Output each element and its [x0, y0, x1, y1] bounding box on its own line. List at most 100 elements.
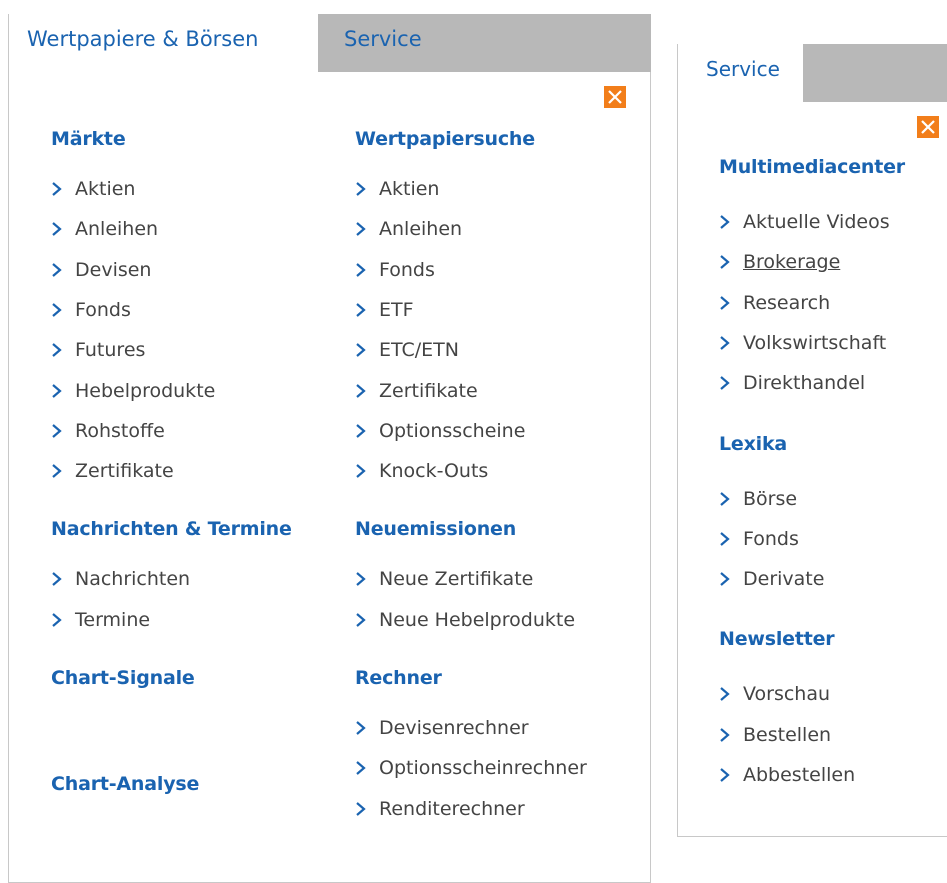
menu-link-label: Hebelprodukte	[75, 379, 216, 402]
menu-link-label: Anleihen	[75, 218, 159, 241]
menu-link-label: Direkthandel	[743, 372, 866, 395]
menu-link-nachrichten[interactable]: Nachrichten	[51, 566, 190, 592]
menu-link-futures[interactable]: Futures	[51, 337, 145, 363]
chevron-right-icon	[355, 297, 371, 323]
menu-link-optionsscheine[interactable]: Optionsscheine	[355, 418, 525, 444]
menu-link-renditerechner[interactable]: Renditerechner	[355, 796, 525, 822]
menu-link-label: Anleihen	[379, 218, 463, 241]
menu-link-vorschau[interactable]: Vorschau	[719, 681, 830, 707]
chevron-right-icon	[51, 418, 67, 444]
chevron-right-icon	[51, 607, 67, 633]
menu-link-zertifikate[interactable]: Zertifikate	[51, 458, 174, 484]
menu-link-abbestellen[interactable]: Abbestellen	[719, 762, 855, 788]
menu-link-label: Devisen	[75, 258, 152, 281]
menu-link-label: Renditerechner	[379, 797, 525, 820]
menu-link-volkswirtschaft[interactable]: Volkswirtschaft	[719, 330, 886, 356]
menu-link-devisenrechner[interactable]: Devisenrechner	[355, 715, 529, 741]
menu-link-boerse[interactable]: Börse	[719, 486, 797, 512]
menu-link-bestellen[interactable]: Bestellen	[719, 722, 831, 748]
menu-link-label: Nachrichten	[75, 568, 191, 591]
menu-link-aktuelle-videos[interactable]: Aktuelle Videos	[719, 209, 890, 235]
chevron-right-icon	[51, 257, 67, 283]
menu-link-hebelprodukte[interactable]: Hebelprodukte	[51, 378, 215, 404]
menu-link-label: ETC/ETN	[379, 339, 459, 362]
menu-link-direkthandel[interactable]: Direkthandel	[719, 370, 865, 396]
chevron-right-icon	[719, 566, 735, 592]
menu-link-label: Börse	[743, 487, 798, 510]
menu-link-fonds[interactable]: Fonds	[51, 297, 131, 323]
chevron-right-icon	[355, 257, 371, 283]
chevron-right-icon	[355, 715, 371, 741]
chevron-right-icon	[51, 378, 67, 404]
section-heading-chart-analyse[interactable]: Chart-Analyse	[51, 773, 199, 795]
menu-link-label: Devisenrechner	[379, 717, 529, 739]
section-heading-rechner[interactable]: Rechner	[355, 667, 442, 689]
section-heading-multimediacenter[interactable]: Multimediacenter	[719, 156, 905, 178]
menu-link-zertifikate[interactable]: Zertifikate	[355, 378, 478, 404]
menu-link-knock-outs[interactable]: Knock-Outs	[355, 458, 488, 484]
section-heading-chart-signale[interactable]: Chart-Signale	[51, 667, 195, 689]
chevron-right-icon	[355, 458, 371, 484]
tab-service[interactable]: Service	[318, 14, 651, 72]
menu-link-fonds[interactable]: Fonds	[355, 257, 435, 283]
menu-link-aktien[interactable]: Aktien	[51, 176, 135, 202]
menu-link-research[interactable]: Research	[719, 290, 830, 316]
tab-securities-exchanges[interactable]: Wertpapiere & Börsen	[8, 14, 318, 72]
chevron-right-icon	[719, 486, 735, 512]
menu-link-label: Optionsscheine	[379, 419, 526, 442]
menu-link-neue-zertifikate[interactable]: Neue Zertifikate	[355, 566, 533, 592]
tab-service[interactable]: Service	[677, 44, 803, 102]
chevron-right-icon	[355, 176, 371, 202]
menu-panel: Multimediacenter Aktuelle Videos Brokerage…	[677, 102, 947, 837]
menu-link-label: Zertifikate	[379, 379, 478, 402]
menu-link-fonds[interactable]: Fonds	[719, 526, 799, 552]
section-heading-neuemissionen[interactable]: Neuemissionen	[355, 518, 516, 540]
section-heading-nachrichten-termine[interactable]: Nachrichten & Termine	[51, 518, 292, 540]
chevron-right-icon	[355, 378, 371, 404]
menu-link-label: Rohstoffe	[75, 419, 165, 442]
menu-link-etc-etn[interactable]: ETC/ETN	[355, 337, 459, 363]
menu-link-aktien[interactable]: Aktien	[355, 176, 439, 202]
menu-link-etf[interactable]: ETF	[355, 297, 414, 323]
menu-link-label: Fonds	[743, 527, 799, 550]
menu-link-devisen[interactable]: Devisen	[51, 257, 151, 283]
close-icon[interactable]	[917, 116, 939, 138]
menu-link-termine[interactable]: Termine	[51, 607, 150, 633]
menu-link-label: Zertifikate	[75, 460, 174, 483]
menu-link-label: Volkswirtschaft	[743, 331, 887, 354]
chevron-right-icon	[355, 566, 371, 592]
menu-link-label: Optionsscheinrechner	[379, 757, 587, 780]
menu-link-label: Derivate	[743, 568, 825, 591]
chevron-right-icon	[51, 458, 67, 484]
menu-link-label: Vorschau	[743, 683, 831, 706]
menu-link-label: Aktuelle Videos	[743, 211, 890, 233]
menu-link-label: Aktien	[379, 178, 440, 200]
close-icon[interactable]	[604, 86, 626, 108]
chevron-right-icon	[719, 681, 735, 707]
chevron-right-icon	[355, 216, 371, 242]
menu-link-anleihen[interactable]: Anleihen	[355, 216, 462, 242]
section-heading-lexika[interactable]: Lexika	[719, 433, 787, 455]
menu-link-rohstoffe[interactable]: Rohstoffe	[51, 418, 165, 444]
chevron-right-icon	[719, 249, 735, 275]
menu-link-label: Research	[743, 291, 831, 314]
chevron-right-icon	[51, 176, 67, 202]
menu-link-anleihen[interactable]: Anleihen	[51, 216, 158, 242]
menu-link-derivate[interactable]: Derivate	[719, 566, 824, 592]
menu-link-label: Aktien	[75, 178, 136, 200]
menu-link-label: Termine	[75, 608, 151, 631]
menu-link-label: Bestellen	[743, 723, 832, 746]
menu-link-neue-hebelprodukte[interactable]: Neue Hebelprodukte	[355, 607, 575, 633]
tab-label: Wertpapiere & Börsen	[27, 27, 259, 51]
section-heading-newsletter[interactable]: Newsletter	[719, 628, 835, 650]
menu-panel: Märkte Aktien Anleihen Devisen Fonds Futures H…	[8, 72, 651, 883]
section-heading-wertpapiersuche[interactable]: Wertpapiersuche	[355, 128, 535, 150]
chevron-right-icon	[51, 297, 67, 323]
menu-link-optionsscheinrechner[interactable]: Optionsscheinrechner	[355, 755, 587, 781]
chevron-right-icon	[355, 337, 371, 363]
menu-link-label: Knock-Outs	[379, 460, 489, 483]
menu-link-brokerage[interactable]: Brokerage	[719, 249, 840, 275]
section-heading-maerkte[interactable]: Märkte	[51, 128, 126, 150]
chevron-right-icon	[719, 526, 735, 552]
chevron-right-icon	[355, 796, 371, 822]
